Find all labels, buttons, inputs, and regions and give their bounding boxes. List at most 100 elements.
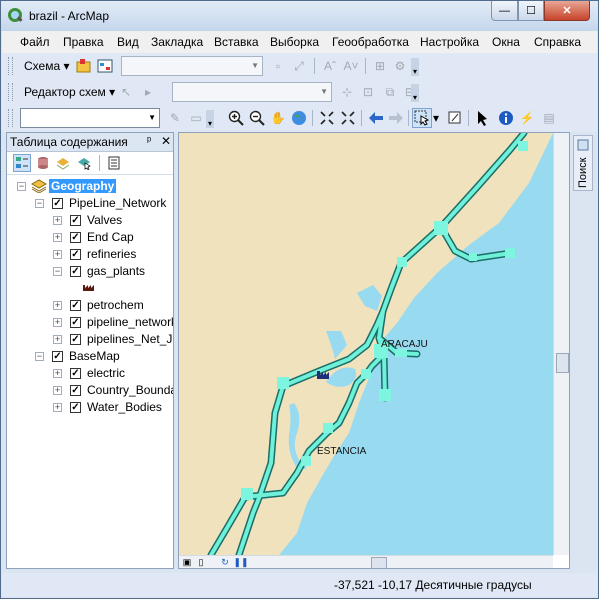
menu-help[interactable]: Справка: [534, 35, 581, 49]
menu-windows[interactable]: Окна: [492, 35, 520, 49]
select-elements-arrow-icon[interactable]: [472, 108, 492, 128]
menu-selection[interactable]: Выборка: [270, 35, 319, 49]
schematic-props-icon[interactable]: ⊞: [370, 56, 390, 76]
schema-menu[interactable]: Схема ▾: [24, 59, 70, 73]
layer-checkbox[interactable]: ✓: [70, 402, 81, 413]
layout-view-icon[interactable]: ▯: [195, 556, 207, 568]
toolbar-options-icon[interactable]: ▾: [206, 110, 214, 128]
list-by-selection-icon[interactable]: [75, 154, 93, 172]
layer-label[interactable]: refineries: [87, 247, 136, 261]
toolbar-grip[interactable]: [8, 57, 13, 75]
maximize-button[interactable]: ☐: [518, 1, 544, 21]
toolbar-grip[interactable]: [8, 83, 13, 101]
select-features-icon[interactable]: [412, 108, 432, 128]
editor-layer-combo[interactable]: ▼: [172, 82, 332, 102]
expand-icon[interactable]: +: [53, 250, 62, 259]
expand-icon[interactable]: +: [53, 233, 62, 242]
layer-checkbox[interactable]: ✓: [70, 232, 81, 243]
layer-checkbox[interactable]: ✓: [52, 198, 63, 209]
layer-valves[interactable]: + ✓ Valves: [7, 212, 173, 229]
layer-electric[interactable]: + ✓ electric: [7, 365, 173, 382]
toolbar-options-icon[interactable]: ▾: [411, 58, 419, 76]
text-larger-icon[interactable]: Aˆ: [320, 56, 340, 76]
layer-country-boundaries[interactable]: + ✓ Country_Bounda: [7, 382, 173, 399]
pan-hand-icon[interactable]: ✋: [268, 108, 288, 128]
schematic-tools-icon[interactable]: ⚙: [390, 56, 410, 76]
close-button[interactable]: ✕: [544, 1, 590, 21]
schematic-layer-combo[interactable]: ▼: [121, 56, 263, 76]
layer-label[interactable]: Geography: [49, 179, 117, 193]
layer-group-geography[interactable]: − Geography: [7, 178, 173, 195]
collapse-icon[interactable]: −: [35, 352, 44, 361]
zoom-out-icon[interactable]: [247, 108, 267, 128]
go-back-arrow-icon[interactable]: [366, 108, 386, 128]
open-schematic-icon[interactable]: [74, 56, 94, 76]
layer-checkbox[interactable]: ✓: [70, 317, 81, 328]
layer-checkbox[interactable]: ✓: [70, 385, 81, 396]
scale-combo[interactable]: ▼: [20, 108, 160, 128]
expand-icon[interactable]: +: [53, 386, 62, 395]
layout-icon[interactable]: ▫: [268, 56, 288, 76]
layer-group-basemap[interactable]: − ✓ BaseMap: [7, 348, 173, 365]
layer-gas-plants[interactable]: − ✓ gas_plants: [7, 263, 173, 280]
schematic-dataset-icon[interactable]: [95, 56, 115, 76]
layer-label[interactable]: Country_Bounda: [87, 383, 173, 397]
menu-insert[interactable]: Вставка: [214, 35, 259, 49]
layer-label[interactable]: PipeLine_Network: [69, 196, 166, 210]
toc-options-icon[interactable]: [105, 154, 123, 172]
go-forward-arrow-icon[interactable]: [386, 108, 406, 128]
layer-pipelines-net-junctions[interactable]: + ✓ pipelines_Net_Ju: [7, 331, 173, 348]
map-horizontal-scrollbar[interactable]: ▣ ▯ ↻ ❚❚: [179, 555, 553, 568]
expand-icon[interactable]: +: [53, 216, 62, 225]
toolbar-grip[interactable]: [8, 109, 13, 127]
list-by-source-icon[interactable]: [34, 154, 52, 172]
pin-icon[interactable]: ᵖ: [147, 135, 151, 147]
list-by-drawing-order-icon[interactable]: [13, 154, 31, 172]
collapse-icon[interactable]: −: [35, 199, 44, 208]
layer-label[interactable]: petrochem: [87, 298, 144, 312]
full-extent-globe-icon[interactable]: [289, 108, 309, 128]
fixed-zoom-in-icon[interactable]: [317, 108, 337, 128]
layer-checkbox[interactable]: ✓: [70, 249, 81, 260]
menu-bookmarks[interactable]: Закладка: [151, 35, 203, 49]
collapse-icon[interactable]: −: [53, 267, 62, 276]
layer-label[interactable]: BaseMap: [69, 349, 120, 363]
list-by-visibility-icon[interactable]: [54, 154, 72, 172]
toolbar-options-icon[interactable]: ▾: [411, 84, 419, 102]
pause-drawing-icon[interactable]: ❚❚: [233, 556, 248, 568]
layer-label[interactable]: electric: [87, 366, 125, 380]
clear-selection-icon[interactable]: [445, 108, 465, 128]
layer-checkbox[interactable]: ✓: [52, 351, 63, 362]
vertical-scroll-thumb[interactable]: [556, 353, 569, 373]
layer-refineries[interactable]: + ✓ refineries: [7, 246, 173, 263]
zoom-in-icon[interactable]: [226, 108, 246, 128]
identify-info-icon[interactable]: [496, 108, 516, 128]
minimize-button[interactable]: —: [491, 1, 518, 21]
layer-checkbox[interactable]: ✓: [70, 266, 81, 277]
connect-icon[interactable]: ⊡: [358, 82, 378, 102]
menu-view[interactable]: Вид: [117, 35, 139, 49]
layer-label[interactable]: pipeline_network: [87, 315, 173, 329]
edit-select-icon[interactable]: ↖: [116, 82, 136, 102]
edit-mode-icon[interactable]: ▸: [138, 82, 158, 102]
data-view-icon[interactable]: ▣: [181, 556, 193, 568]
layer-pipeline-network[interactable]: + ✓ pipeline_network: [7, 314, 173, 331]
html-popup-icon[interactable]: ▤: [539, 108, 559, 128]
map-view[interactable]: ARACAJU ESTANCIA ▣ ▯ ↻ ❚❚: [178, 132, 570, 569]
layer-end-cap[interactable]: + ✓ End Cap: [7, 229, 173, 246]
editor-pencil-icon[interactable]: ✎: [165, 108, 185, 128]
reduce-icon[interactable]: ⧉: [380, 82, 400, 102]
toc-close-icon[interactable]: ✕: [161, 134, 171, 148]
expand-icon[interactable]: +: [53, 369, 62, 378]
layer-label[interactable]: pipelines_Net_Ju: [87, 332, 173, 346]
schematic-editor-menu[interactable]: Редактор схем ▾: [24, 85, 115, 99]
select-dropdown-icon[interactable]: ▾: [432, 108, 440, 128]
layer-group-pipeline-network[interactable]: − ✓ PipeLine_Network: [7, 195, 173, 212]
map-canvas[interactable]: ARACAJU ESTANCIA: [179, 133, 553, 555]
menu-file[interactable]: Файл: [20, 35, 50, 49]
layer-checkbox[interactable]: ✓: [70, 334, 81, 345]
layer-label[interactable]: Valves: [87, 213, 122, 227]
menu-geoprocessing[interactable]: Геообработка: [332, 35, 409, 49]
hyperlink-lightning-icon[interactable]: ⚡: [517, 108, 537, 128]
menu-edit[interactable]: Правка: [63, 35, 104, 49]
